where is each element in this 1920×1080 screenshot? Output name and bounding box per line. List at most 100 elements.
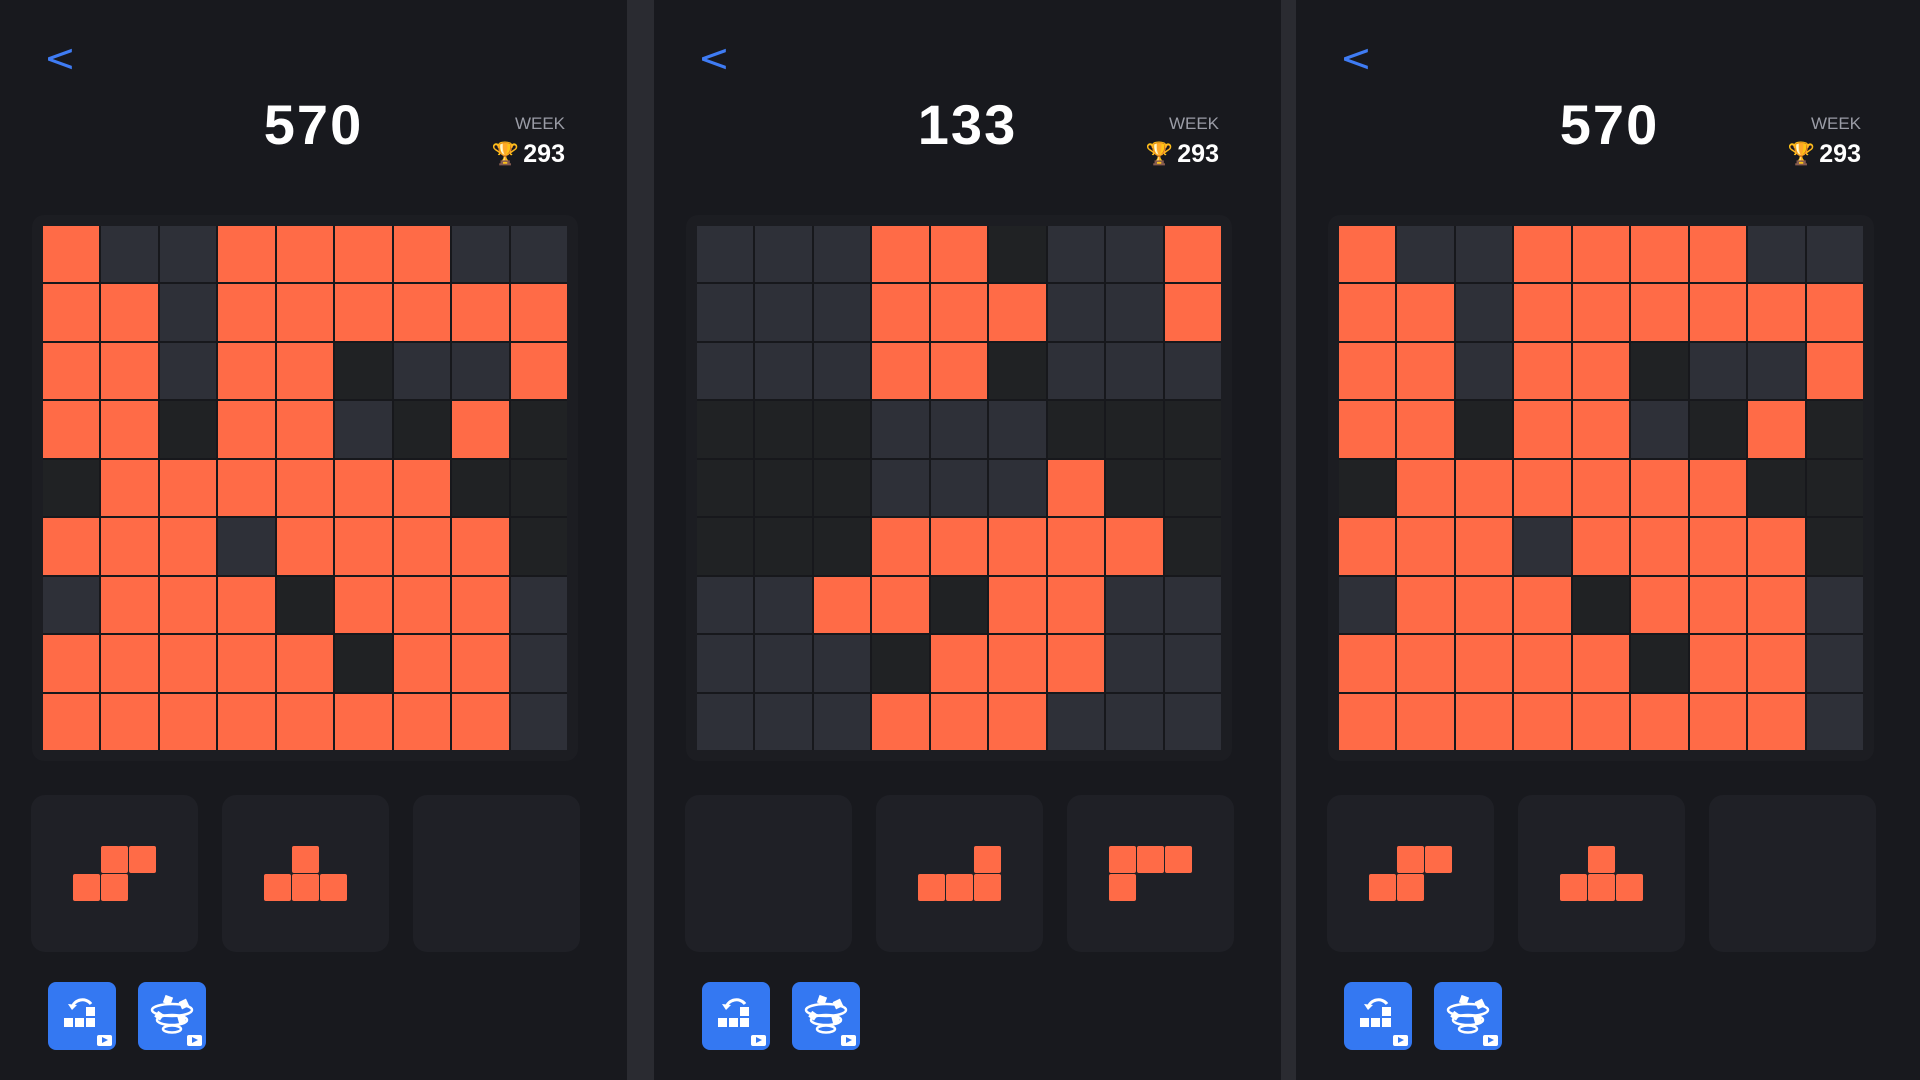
empty-cell[interactable] <box>1106 342 1163 400</box>
empty-cell[interactable] <box>1397 226 1454 283</box>
filled-cell[interactable] <box>872 576 929 634</box>
filled-cell[interactable] <box>101 518 158 575</box>
filled-cell[interactable] <box>1572 459 1630 517</box>
empty-cell[interactable] <box>1106 693 1163 750</box>
filled-cell[interactable] <box>1455 459 1513 517</box>
filled-cell[interactable] <box>1106 518 1163 575</box>
filled-cell[interactable] <box>159 693 217 750</box>
filled-cell[interactable] <box>101 635 158 692</box>
empty-cell[interactable] <box>697 342 754 400</box>
empty-cell[interactable] <box>697 693 754 750</box>
filled-cell[interactable] <box>393 518 451 575</box>
empty-cell[interactable] <box>1806 693 1863 750</box>
empty-cell[interactable] <box>510 401 567 458</box>
empty-cell[interactable] <box>930 576 988 634</box>
empty-cell[interactable] <box>989 401 1046 458</box>
empty-cell[interactable] <box>1164 342 1221 400</box>
empty-cell[interactable] <box>755 576 812 634</box>
filled-cell[interactable] <box>1631 518 1688 575</box>
empty-cell[interactable] <box>452 459 509 517</box>
piece-slot-3[interactable] <box>413 795 580 952</box>
filled-cell[interactable] <box>1514 284 1571 341</box>
filled-cell[interactable] <box>43 518 100 575</box>
empty-cell[interactable] <box>989 342 1046 400</box>
empty-cell[interactable] <box>510 693 567 750</box>
filled-cell[interactable] <box>1514 576 1571 634</box>
empty-cell[interactable] <box>1455 401 1513 458</box>
empty-cell[interactable] <box>510 226 567 283</box>
filled-cell[interactable] <box>1397 693 1454 750</box>
empty-cell[interactable] <box>510 518 567 575</box>
filled-cell[interactable] <box>1339 342 1396 400</box>
filled-cell[interactable] <box>1397 518 1454 575</box>
filled-cell[interactable] <box>452 635 509 692</box>
filled-cell[interactable] <box>393 635 451 692</box>
filled-cell[interactable] <box>1572 284 1630 341</box>
empty-cell[interactable] <box>989 226 1046 283</box>
filled-cell[interactable] <box>101 576 158 634</box>
undo-powerup-button[interactable] <box>1344 982 1412 1050</box>
empty-cell[interactable] <box>1631 635 1688 692</box>
empty-cell[interactable] <box>1514 518 1571 575</box>
empty-cell[interactable] <box>872 401 929 458</box>
board-grid[interactable] <box>43 226 567 750</box>
filled-cell[interactable] <box>452 518 509 575</box>
filled-cell[interactable] <box>1339 635 1396 692</box>
filled-cell[interactable] <box>989 576 1046 634</box>
empty-cell[interactable] <box>813 635 871 692</box>
filled-cell[interactable] <box>1514 226 1571 283</box>
empty-cell[interactable] <box>1106 401 1163 458</box>
filled-cell[interactable] <box>989 693 1046 750</box>
filled-cell[interactable] <box>1455 693 1513 750</box>
filled-cell[interactable] <box>1572 693 1630 750</box>
filled-cell[interactable] <box>43 401 100 458</box>
shuffle-powerup-button[interactable] <box>1434 982 1502 1050</box>
empty-cell[interactable] <box>101 226 158 283</box>
filled-cell[interactable] <box>1339 401 1396 458</box>
filled-cell[interactable] <box>1339 518 1396 575</box>
filled-cell[interactable] <box>930 635 988 692</box>
filled-cell[interactable] <box>1631 226 1688 283</box>
filled-cell[interactable] <box>1047 576 1105 634</box>
empty-cell[interactable] <box>697 459 754 517</box>
filled-cell[interactable] <box>43 226 100 283</box>
empty-cell[interactable] <box>813 226 871 283</box>
empty-cell[interactable] <box>755 401 812 458</box>
empty-cell[interactable] <box>1806 401 1863 458</box>
filled-cell[interactable] <box>510 342 567 400</box>
empty-cell[interactable] <box>1047 226 1105 283</box>
empty-cell[interactable] <box>510 459 567 517</box>
filled-cell[interactable] <box>335 284 392 341</box>
filled-cell[interactable] <box>43 284 100 341</box>
empty-cell[interactable] <box>930 459 988 517</box>
empty-cell[interactable] <box>276 576 334 634</box>
filled-cell[interactable] <box>813 576 871 634</box>
empty-cell[interactable] <box>1106 284 1163 341</box>
filled-cell[interactable] <box>393 226 451 283</box>
piece-slot-2[interactable] <box>1518 795 1685 952</box>
empty-cell[interactable] <box>697 401 754 458</box>
empty-cell[interactable] <box>159 226 217 283</box>
filled-cell[interactable] <box>1397 342 1454 400</box>
filled-cell[interactable] <box>1397 401 1454 458</box>
filled-cell[interactable] <box>989 284 1046 341</box>
piece-slot-2[interactable] <box>876 795 1043 952</box>
block-piece[interactable] <box>73 846 156 901</box>
empty-cell[interactable] <box>872 459 929 517</box>
filled-cell[interactable] <box>159 459 217 517</box>
empty-cell[interactable] <box>1455 284 1513 341</box>
empty-cell[interactable] <box>159 401 217 458</box>
back-button[interactable]: < <box>698 38 738 78</box>
filled-cell[interactable] <box>101 284 158 341</box>
filled-cell[interactable] <box>1047 459 1105 517</box>
filled-cell[interactable] <box>1689 693 1747 750</box>
shuffle-powerup-button[interactable] <box>138 982 206 1050</box>
board-grid[interactable] <box>1339 226 1863 750</box>
filled-cell[interactable] <box>101 342 158 400</box>
empty-cell[interactable] <box>989 459 1046 517</box>
empty-cell[interactable] <box>1689 401 1747 458</box>
empty-cell[interactable] <box>1106 576 1163 634</box>
empty-cell[interactable] <box>755 635 812 692</box>
undo-powerup-button[interactable] <box>48 982 116 1050</box>
filled-cell[interactable] <box>1339 693 1396 750</box>
